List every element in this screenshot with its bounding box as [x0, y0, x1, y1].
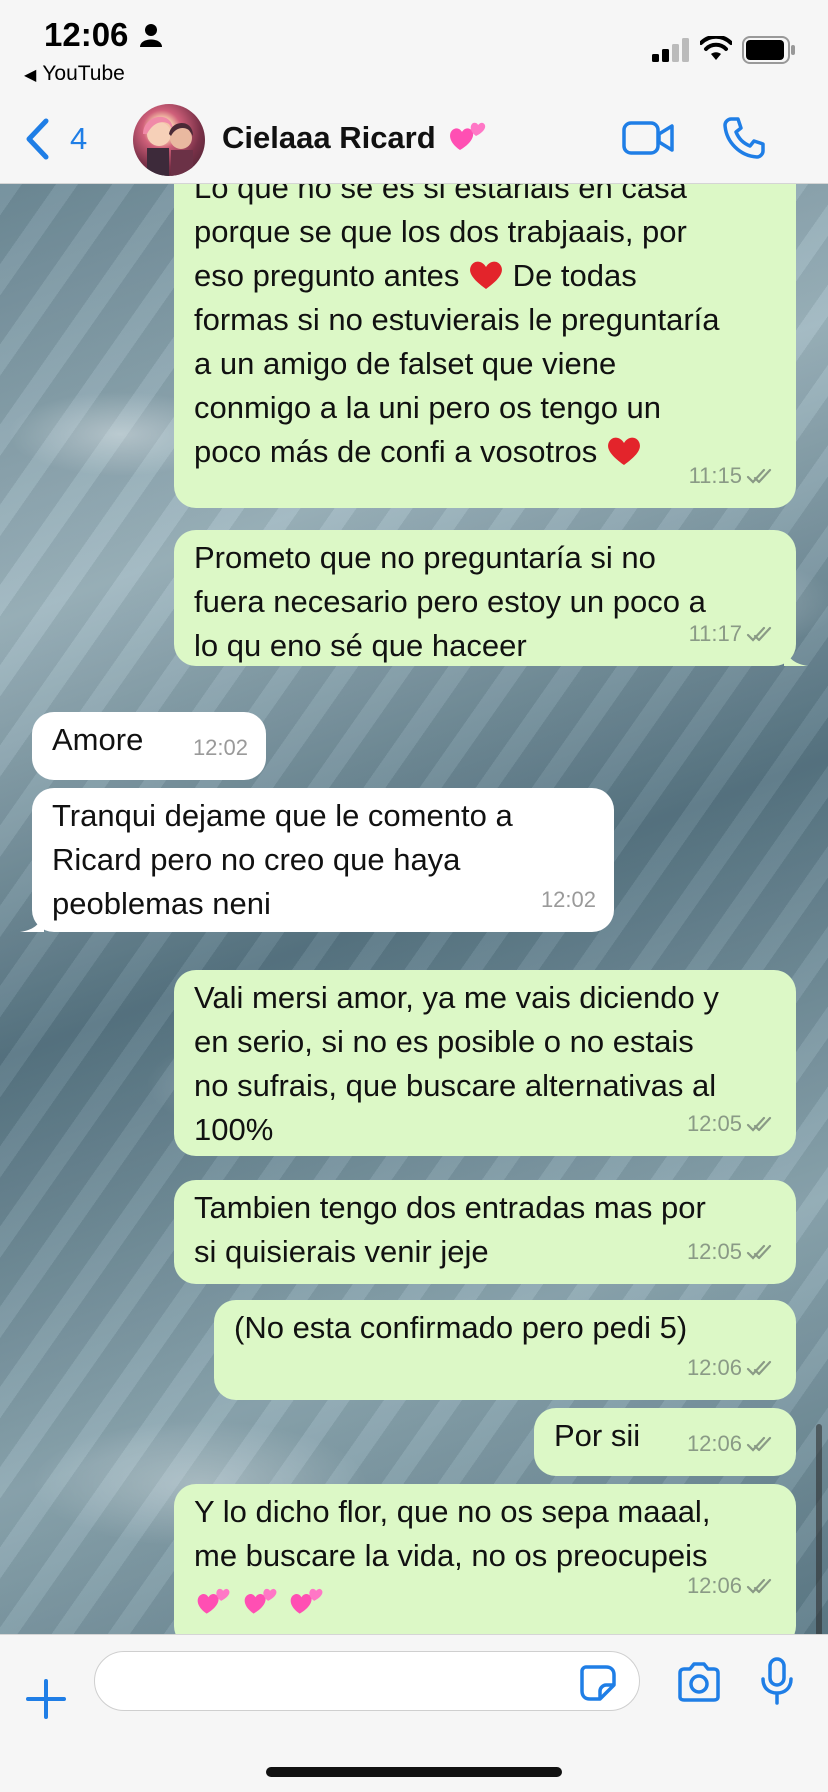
double-check-icon [746, 1116, 772, 1132]
message-time: 12:06 [686, 1573, 742, 1598]
message-time: 11:17 [688, 621, 742, 646]
back-app-label: YouTube [42, 62, 125, 85]
camera-icon[interactable] [676, 1661, 722, 1703]
message-input[interactable] [94, 1651, 640, 1711]
message-time: 12:06 [686, 1355, 742, 1380]
message-meta: 12:06 [687, 1564, 778, 1608]
message-meta: 11:15 [689, 454, 778, 498]
message-incoming[interactable]: Tranqui dejame que le comento a Ricard p… [20, 788, 614, 932]
message-text: (No esta confirmado pero pedi 5) [234, 1310, 688, 1345]
avatar-illustration [143, 116, 193, 176]
contact-name[interactable]: Cielaaa Ricard [222, 120, 436, 156]
two-hearts-emoji-icon [197, 1588, 230, 1614]
back-chevron-icon [26, 118, 49, 160]
unread-count: 4 [70, 121, 88, 156]
message-outgoing[interactable]: Vali mersi amor, ya me vais diciendo y e… [174, 970, 796, 1156]
status-bar: 12:06 ◀ YouTube [0, 0, 828, 94]
message-time: 12:06 [686, 1431, 742, 1456]
video-call-icon[interactable] [622, 118, 674, 158]
message-meta: 12:06 [687, 1422, 778, 1466]
contact-avatar[interactable] [133, 104, 205, 176]
signal-icon [652, 38, 689, 62]
double-check-icon [746, 468, 772, 484]
status-time: 12:06 [44, 16, 129, 53]
double-check-icon [746, 626, 772, 642]
wifi-icon [700, 36, 732, 60]
double-check-icon [746, 1578, 772, 1594]
chat-messages-area[interactable]: Lo que no se es si estariais en casa por… [0, 184, 828, 1634]
bubble-tail [784, 646, 808, 666]
message-meta: 12:05 [687, 1230, 778, 1274]
message-outgoing[interactable]: Prometo que no preguntaría si no fuera n… [174, 530, 808, 666]
message-text: Tranqui dejame que le comento a Ricard p… [52, 798, 513, 921]
message-meta: 11:17 [689, 612, 778, 656]
back-triangle-icon: ◀ [24, 67, 37, 84]
message-time: 11:15 [688, 463, 742, 488]
home-indicator [266, 1767, 562, 1777]
message-outgoing[interactable]: (No esta confirmado pero pedi 5) 12:06 [214, 1300, 796, 1400]
two-hearts-emoji-icon [450, 122, 486, 150]
double-check-icon [746, 1436, 772, 1452]
message-outgoing[interactable]: Por sii 12:06 [534, 1408, 796, 1476]
red-heart-emoji-icon [470, 261, 502, 289]
message-outgoing[interactable]: Y lo dicho flor, que no os sepa maaal, m… [174, 1484, 796, 1634]
two-hearts-emoji-icon [244, 1588, 277, 1614]
chat-header: 4 Cielaaa Ricard [0, 94, 828, 184]
back-to-app-link[interactable]: ◀ YouTube [24, 62, 125, 86]
red-heart-emoji-icon [607, 437, 640, 465]
microphone-icon[interactable] [760, 1657, 794, 1705]
message-incoming[interactable]: Amore 12:02 [32, 712, 266, 780]
bubble-tail [20, 912, 44, 932]
message-time: 12:02 [192, 735, 248, 760]
message-meta: 12:06 [687, 1346, 778, 1390]
double-check-icon [746, 1244, 772, 1260]
scrollbar[interactable] [816, 1424, 822, 1634]
message-outgoing[interactable]: Tambien tengo dos entradas mas por si qu… [174, 1180, 796, 1284]
message-input-bar [0, 1634, 828, 1792]
message-meta: 12:02 [541, 878, 596, 922]
message-meta: 12:02 [193, 726, 248, 770]
phone-call-icon[interactable] [722, 116, 766, 160]
message-time: 12:05 [686, 1239, 742, 1264]
message-outgoing[interactable]: Lo que no se es si estariais en casa por… [174, 184, 796, 508]
message-meta: 12:05 [687, 1102, 778, 1146]
message-time: 12:02 [540, 887, 596, 912]
two-hearts-emoji-icon [290, 1588, 323, 1614]
battery-icon [742, 36, 795, 64]
message-time: 12:05 [686, 1111, 742, 1136]
plus-icon[interactable] [24, 1677, 68, 1721]
double-check-icon [746, 1360, 772, 1376]
sticker-icon[interactable] [578, 1663, 618, 1703]
person-icon [140, 24, 162, 47]
back-button[interactable]: 4 [24, 118, 87, 160]
